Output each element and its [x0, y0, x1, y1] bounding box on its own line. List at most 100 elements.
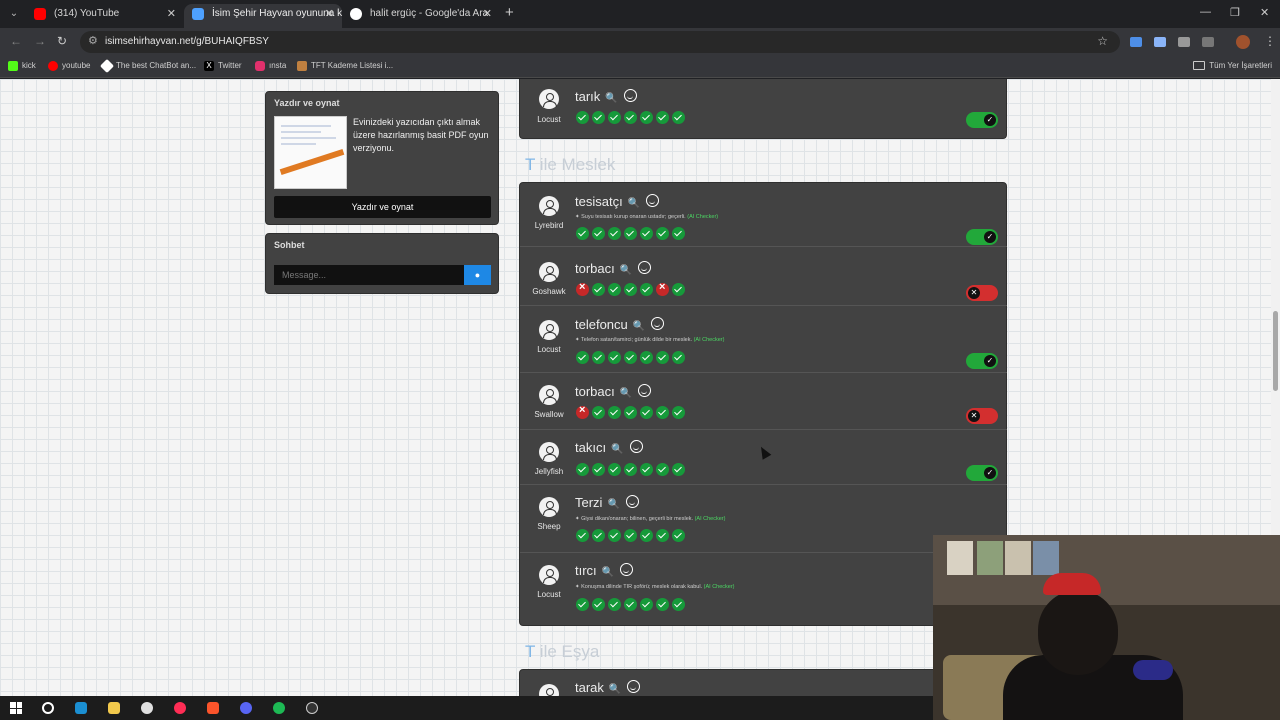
close-icon[interactable]: ✕	[483, 4, 492, 24]
vote-checks	[576, 111, 688, 124]
category-name: ile Meslek	[535, 155, 616, 174]
search-icon[interactable]	[42, 702, 54, 714]
address-bar[interactable]: ⚙ isimsehirhayvan.net/g/BUHAIQFBSY ☆	[80, 31, 1120, 53]
tab-title: (314) YouTube	[54, 8, 120, 19]
accept-toggle[interactable]: ✕	[966, 408, 998, 424]
file-explorer-icon[interactable]	[108, 702, 120, 714]
accept-toggle[interactable]: ✓	[966, 112, 998, 128]
vote-check-icon	[624, 598, 637, 611]
url-text[interactable]: isimsehirhayvan.net/g/BUHAIQFBSY	[105, 36, 269, 47]
new-tab-button[interactable]: +	[505, 4, 514, 21]
chat-message-input[interactable]: Message...	[274, 265, 464, 285]
bookmark-chatbot[interactable]: The best ChatBot an...	[99, 58, 196, 74]
brave-icon[interactable]	[207, 702, 219, 714]
menu-dots-icon[interactable]: ⋮	[1264, 34, 1276, 48]
chrome-icon[interactable]	[141, 702, 153, 714]
minimize-button[interactable]: —	[1200, 6, 1211, 18]
all-bookmarks-folder[interactable]: Tüm Yer İşaretleri	[1193, 60, 1272, 72]
bookmark-youtube[interactable]: youtube	[48, 60, 90, 72]
tab-youtube[interactable]: (314) YouTube ✕	[26, 4, 184, 28]
extension-icon[interactable]	[1130, 37, 1142, 47]
emoji-react-icon[interactable]	[625, 495, 639, 508]
ai-checker-tag: (AI Checker)	[687, 214, 719, 220]
site-info-icon[interactable]: ⚙	[88, 34, 98, 47]
tab-game[interactable]: İsim Şehir Hayvan oyununa kat ✕	[184, 4, 342, 28]
vote-check-icon	[592, 598, 605, 611]
print-and-play-button[interactable]: Yazdır ve oynat	[274, 196, 491, 218]
accept-toggle[interactable]: ✓	[966, 353, 998, 369]
answer-row: Locust telefoncu 🔍 ✦ Telefon satan/tamirc…	[520, 306, 1007, 373]
bookmark-kick[interactable]: kick	[8, 60, 36, 72]
vote-check-icon	[608, 351, 621, 364]
extension-icon[interactable]	[1154, 37, 1166, 47]
emoji-react-icon[interactable]	[620, 563, 634, 576]
search-icon[interactable]: 🔍	[607, 499, 619, 510]
windows-start-icon[interactable]	[10, 702, 22, 714]
accept-toggle[interactable]: ✓	[966, 229, 998, 245]
bookmark-twitter[interactable]: X Twitter	[204, 60, 242, 72]
profile-avatar[interactable]	[1236, 35, 1250, 49]
search-icon[interactable]: 🔍	[609, 684, 621, 695]
close-icon[interactable]: ✕	[325, 4, 334, 24]
close-icon[interactable]: ✕	[167, 4, 176, 24]
emoji-react-icon[interactable]	[651, 317, 665, 330]
media-player-icon[interactable]	[174, 702, 186, 714]
obs-icon[interactable]	[306, 702, 318, 714]
bookmark-star-icon[interactable]: ☆	[1097, 34, 1108, 48]
vote-check-icon	[592, 463, 605, 476]
search-icon[interactable]: 🔍	[605, 93, 617, 104]
emoji-react-icon[interactable]	[623, 89, 637, 102]
spotify-icon[interactable]	[273, 702, 285, 714]
player-name: Locust	[537, 115, 561, 124]
answer-text: tesisatçı	[575, 194, 623, 209]
back-icon[interactable]: ←	[10, 34, 22, 48]
discord-icon[interactable]	[240, 702, 252, 714]
tab-search-icon[interactable]: ⌄	[6, 6, 22, 22]
vote-check-icon	[624, 529, 637, 542]
tab-title: İsim Şehir Hayvan oyununa kat	[212, 8, 342, 19]
ai-checker-tag: (AI Checker)	[703, 584, 735, 590]
emoji-react-icon[interactable]	[638, 384, 652, 397]
vote-check-icon	[608, 227, 621, 240]
emoji-react-icon[interactable]	[629, 440, 643, 453]
search-icon[interactable]: 🔍	[602, 567, 614, 578]
answer-word: tarık 🔍	[575, 88, 637, 104]
send-icon[interactable]: ●	[464, 265, 491, 285]
vote-checks	[576, 281, 688, 296]
player-avatar	[539, 196, 559, 216]
search-icon[interactable]: 🔍	[628, 198, 640, 209]
emoji-react-icon[interactable]	[627, 680, 641, 693]
emoji-react-icon[interactable]	[638, 261, 652, 274]
player-name: Jellyfish	[534, 467, 564, 476]
steam-icon[interactable]	[75, 702, 87, 714]
category-letter: T	[525, 642, 536, 661]
search-icon[interactable]: 🔍	[620, 265, 632, 276]
vote-check-icon	[656, 227, 669, 240]
restore-button[interactable]: ❐	[1230, 6, 1240, 19]
ai-checker-note: ✦ Suyu tesisatı kurup onaran ustadır; ge…	[575, 214, 719, 220]
answer-word: tırcı 🔍	[575, 562, 634, 578]
bookmark-insta[interactable]: ınsta	[255, 60, 286, 72]
accept-toggle[interactable]: ✓	[966, 465, 998, 481]
accept-toggle[interactable]: ✕	[966, 285, 998, 301]
forward-icon[interactable]: →	[34, 34, 46, 48]
check-icon: ✓	[984, 467, 996, 479]
bookmark-tft[interactable]: TFT Kademe Listesi i...	[297, 60, 393, 72]
vote-check-icon	[656, 598, 669, 611]
scrollbar-thumb[interactable]	[1273, 311, 1278, 391]
x-icon: ✕	[968, 410, 980, 422]
vote-check-icon	[656, 529, 669, 542]
answer-word: Terzi 🔍	[575, 494, 639, 510]
taskbar	[0, 696, 933, 720]
extension-icon[interactable]	[1178, 37, 1190, 47]
search-icon[interactable]: 🔍	[611, 444, 623, 455]
search-icon[interactable]: 🔍	[620, 388, 632, 399]
close-window-button[interactable]: ✕	[1260, 6, 1269, 19]
emoji-react-icon[interactable]	[646, 194, 660, 207]
extensions-puzzle-icon[interactable]	[1202, 37, 1214, 47]
search-icon[interactable]: 🔍	[633, 321, 645, 332]
reload-icon[interactable]: ↻	[57, 34, 67, 48]
tab-google[interactable]: halit ergüç - Google'da Ara ✕	[342, 4, 500, 28]
player-name: Sheep	[537, 522, 561, 531]
answer-word: torbacı 🔍	[575, 260, 652, 276]
